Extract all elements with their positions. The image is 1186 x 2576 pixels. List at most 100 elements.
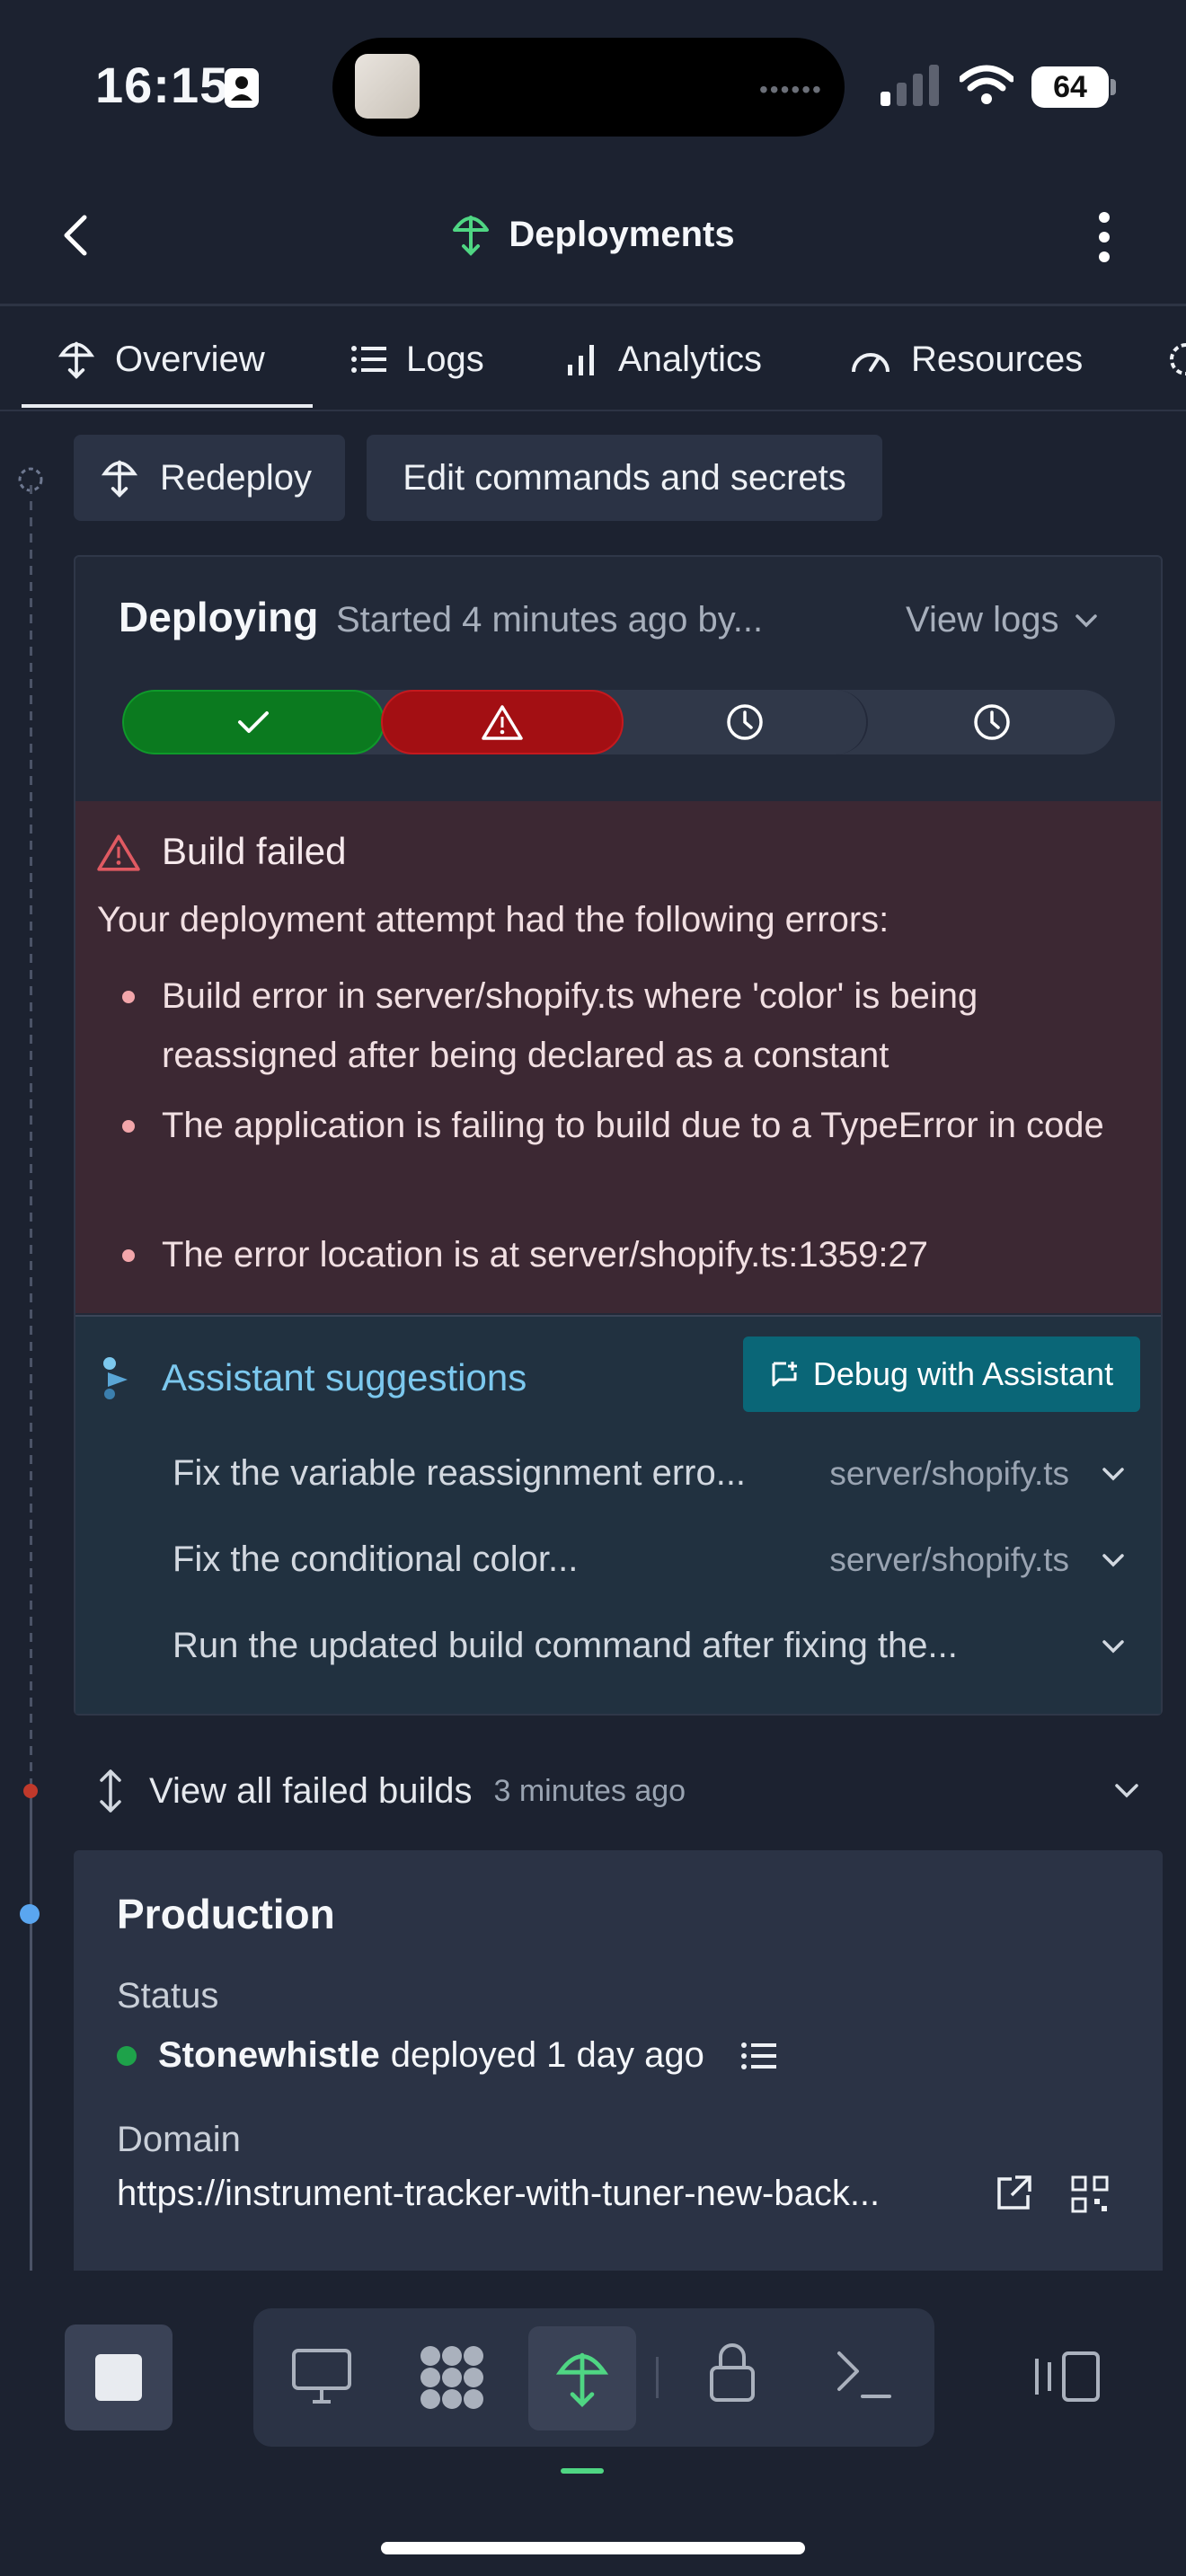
suggestion-item[interactable]: Fix the conditional color... server/shop… — [173, 1539, 1125, 1580]
failed-builds-time: 3 minutes ago — [493, 1773, 686, 1808]
tab-label: Resources — [911, 339, 1084, 379]
now-playing-thumbnail — [355, 54, 420, 119]
lock-icon[interactable] — [708, 2341, 757, 2404]
active-tab-indicator — [22, 404, 313, 408]
deployments-tool-button[interactable] — [528, 2326, 636, 2430]
deploy-icon — [555, 2347, 609, 2410]
active-tool-indicator — [561, 2468, 604, 2474]
failed-builds-label: View all failed builds — [149, 1770, 473, 1811]
deploy-started: Started 4 minutes ago by... — [336, 600, 764, 640]
assistant-icon — [102, 1356, 131, 1399]
redeploy-button[interactable]: Redeploy — [74, 435, 345, 521]
suggestion-text: Fix the conditional color... — [173, 1539, 579, 1579]
battery-tip — [1111, 79, 1116, 95]
deploy-status: Deploying — [119, 594, 319, 640]
status-label: Status — [117, 1976, 219, 2016]
deployed-time: deployed 1 day ago — [390, 2035, 704, 2075]
error-title: Build failed — [162, 830, 347, 872]
bullet — [122, 991, 135, 1003]
tabs-divider — [0, 410, 1186, 411]
tab-resources[interactable]: Resources — [850, 334, 1083, 384]
warning-icon — [482, 705, 523, 740]
timeline-failed-node — [23, 1784, 38, 1798]
edit-commands-button[interactable]: Edit commands and secrets — [367, 435, 882, 521]
desktop-icon[interactable] — [291, 2348, 352, 2405]
production-title: Production — [117, 1891, 335, 1937]
stop-icon — [95, 2354, 142, 2401]
debug-with-assistant-button[interactable]: Debug with Assistant — [743, 1337, 1140, 1412]
progress-step-pending — [868, 690, 1115, 754]
error-intro: Your deployment attempt had the followin… — [97, 900, 890, 940]
battery-icon: 64 — [1031, 66, 1109, 108]
view-logs-dropdown[interactable]: View logs — [906, 600, 1098, 640]
workspace-grid-icon[interactable] — [419, 2344, 485, 2411]
chevron-down-icon — [1114, 1783, 1139, 1799]
deploy-progress-bar — [122, 690, 1115, 754]
domain-link[interactable]: https://instrument-tracker-with-tuner-ne… — [117, 2174, 880, 2214]
bullet — [122, 1120, 135, 1133]
assistant-panel: Assistant suggestions Debug with Assista… — [75, 1315, 1161, 1714]
domain-label: Domain — [117, 2120, 241, 2159]
logs-list-icon[interactable] — [740, 2040, 776, 2072]
suggestion-item[interactable]: Fix the variable reassignment erro... se… — [173, 1453, 1125, 1494]
suggestion-text: Run the updated build command after fixi… — [173, 1626, 958, 1665]
redeploy-label: Redeploy — [160, 457, 313, 498]
assistant-title: Assistant suggestions — [162, 1356, 527, 1398]
deployer-name: Stonewhistle — [158, 2035, 380, 2075]
production-card: Production Status Stonewhistle deployed … — [74, 1850, 1163, 2281]
status-time: 16:15 — [95, 57, 229, 113]
settings-tab-icon[interactable] — [1161, 340, 1186, 379]
error-item: The application is failing to build due … — [162, 1106, 1104, 1145]
progress-step-success — [122, 690, 385, 754]
stop-button[interactable] — [65, 2325, 173, 2430]
tab-analytics[interactable]: Analytics — [566, 334, 762, 384]
failed-builds-row[interactable]: View all failed builds 3 minutes ago — [97, 1762, 1139, 1820]
bullet — [122, 1249, 135, 1262]
timeline-line — [30, 485, 32, 2272]
suggestion-text: Fix the variable reassignment erro... — [173, 1453, 747, 1493]
build-error-panel: Build failed Your deployment attempt had… — [75, 801, 1161, 1313]
home-indicator[interactable] — [381, 2542, 805, 2554]
tab-label: Analytics — [618, 339, 763, 379]
signal-icon — [881, 65, 940, 106]
qr-code-icon[interactable] — [1071, 2175, 1109, 2213]
view-logs-label: View logs — [906, 600, 1059, 640]
progress-step-pending — [624, 690, 868, 754]
chevron-down-icon — [1075, 613, 1098, 628]
island-dots-icon: •••••• — [759, 75, 823, 103]
wifi-icon — [960, 65, 1013, 106]
list-icon — [350, 343, 386, 375]
deploy-icon — [101, 457, 138, 498]
toolbar-divider — [656, 2357, 659, 2398]
status-row: Stonewhistle deployed 1 day ago — [117, 2035, 776, 2076]
contact-badge-icon — [225, 68, 259, 108]
edit-commands-label: Edit commands and secrets — [403, 457, 846, 498]
panel-toggle-icon[interactable] — [1033, 2350, 1102, 2404]
tab-label: Overview — [115, 339, 265, 379]
online-status-dot — [117, 2045, 137, 2066]
header: Deployments — [0, 212, 1186, 257]
gauge-icon — [850, 343, 891, 375]
chevron-down-icon — [1102, 1467, 1125, 1481]
chat-plus-icon — [770, 1360, 799, 1389]
debug-button-label: Debug with Assistant — [812, 1355, 1114, 1392]
clock-icon — [727, 704, 763, 740]
clock-icon — [973, 704, 1010, 740]
suggestion-item[interactable]: Run the updated build command after fixi… — [173, 1626, 1125, 1666]
suggestion-path: server/shopify.ts — [829, 1454, 1069, 1492]
tab-label: Logs — [406, 339, 484, 379]
expand-vertical-icon — [97, 1768, 124, 1814]
page-title: Deployments — [509, 214, 735, 254]
error-item: The error location is at server/shopify.… — [162, 1235, 929, 1275]
deploy-icon — [58, 339, 95, 380]
external-link-icon[interactable] — [994, 2174, 1033, 2213]
terminal-icon[interactable] — [836, 2348, 893, 2402]
more-menu-button[interactable] — [1091, 210, 1118, 264]
tab-overview[interactable]: Overview — [58, 334, 265, 384]
timeline-production-node — [20, 1904, 40, 1924]
chevron-down-icon — [1102, 1553, 1125, 1567]
tab-logs[interactable]: Logs — [350, 334, 484, 384]
error-item: Build error in server/shopify.ts where '… — [162, 976, 978, 1075]
suggestion-path: server/shopify.ts — [829, 1540, 1069, 1578]
header-divider — [0, 304, 1186, 306]
